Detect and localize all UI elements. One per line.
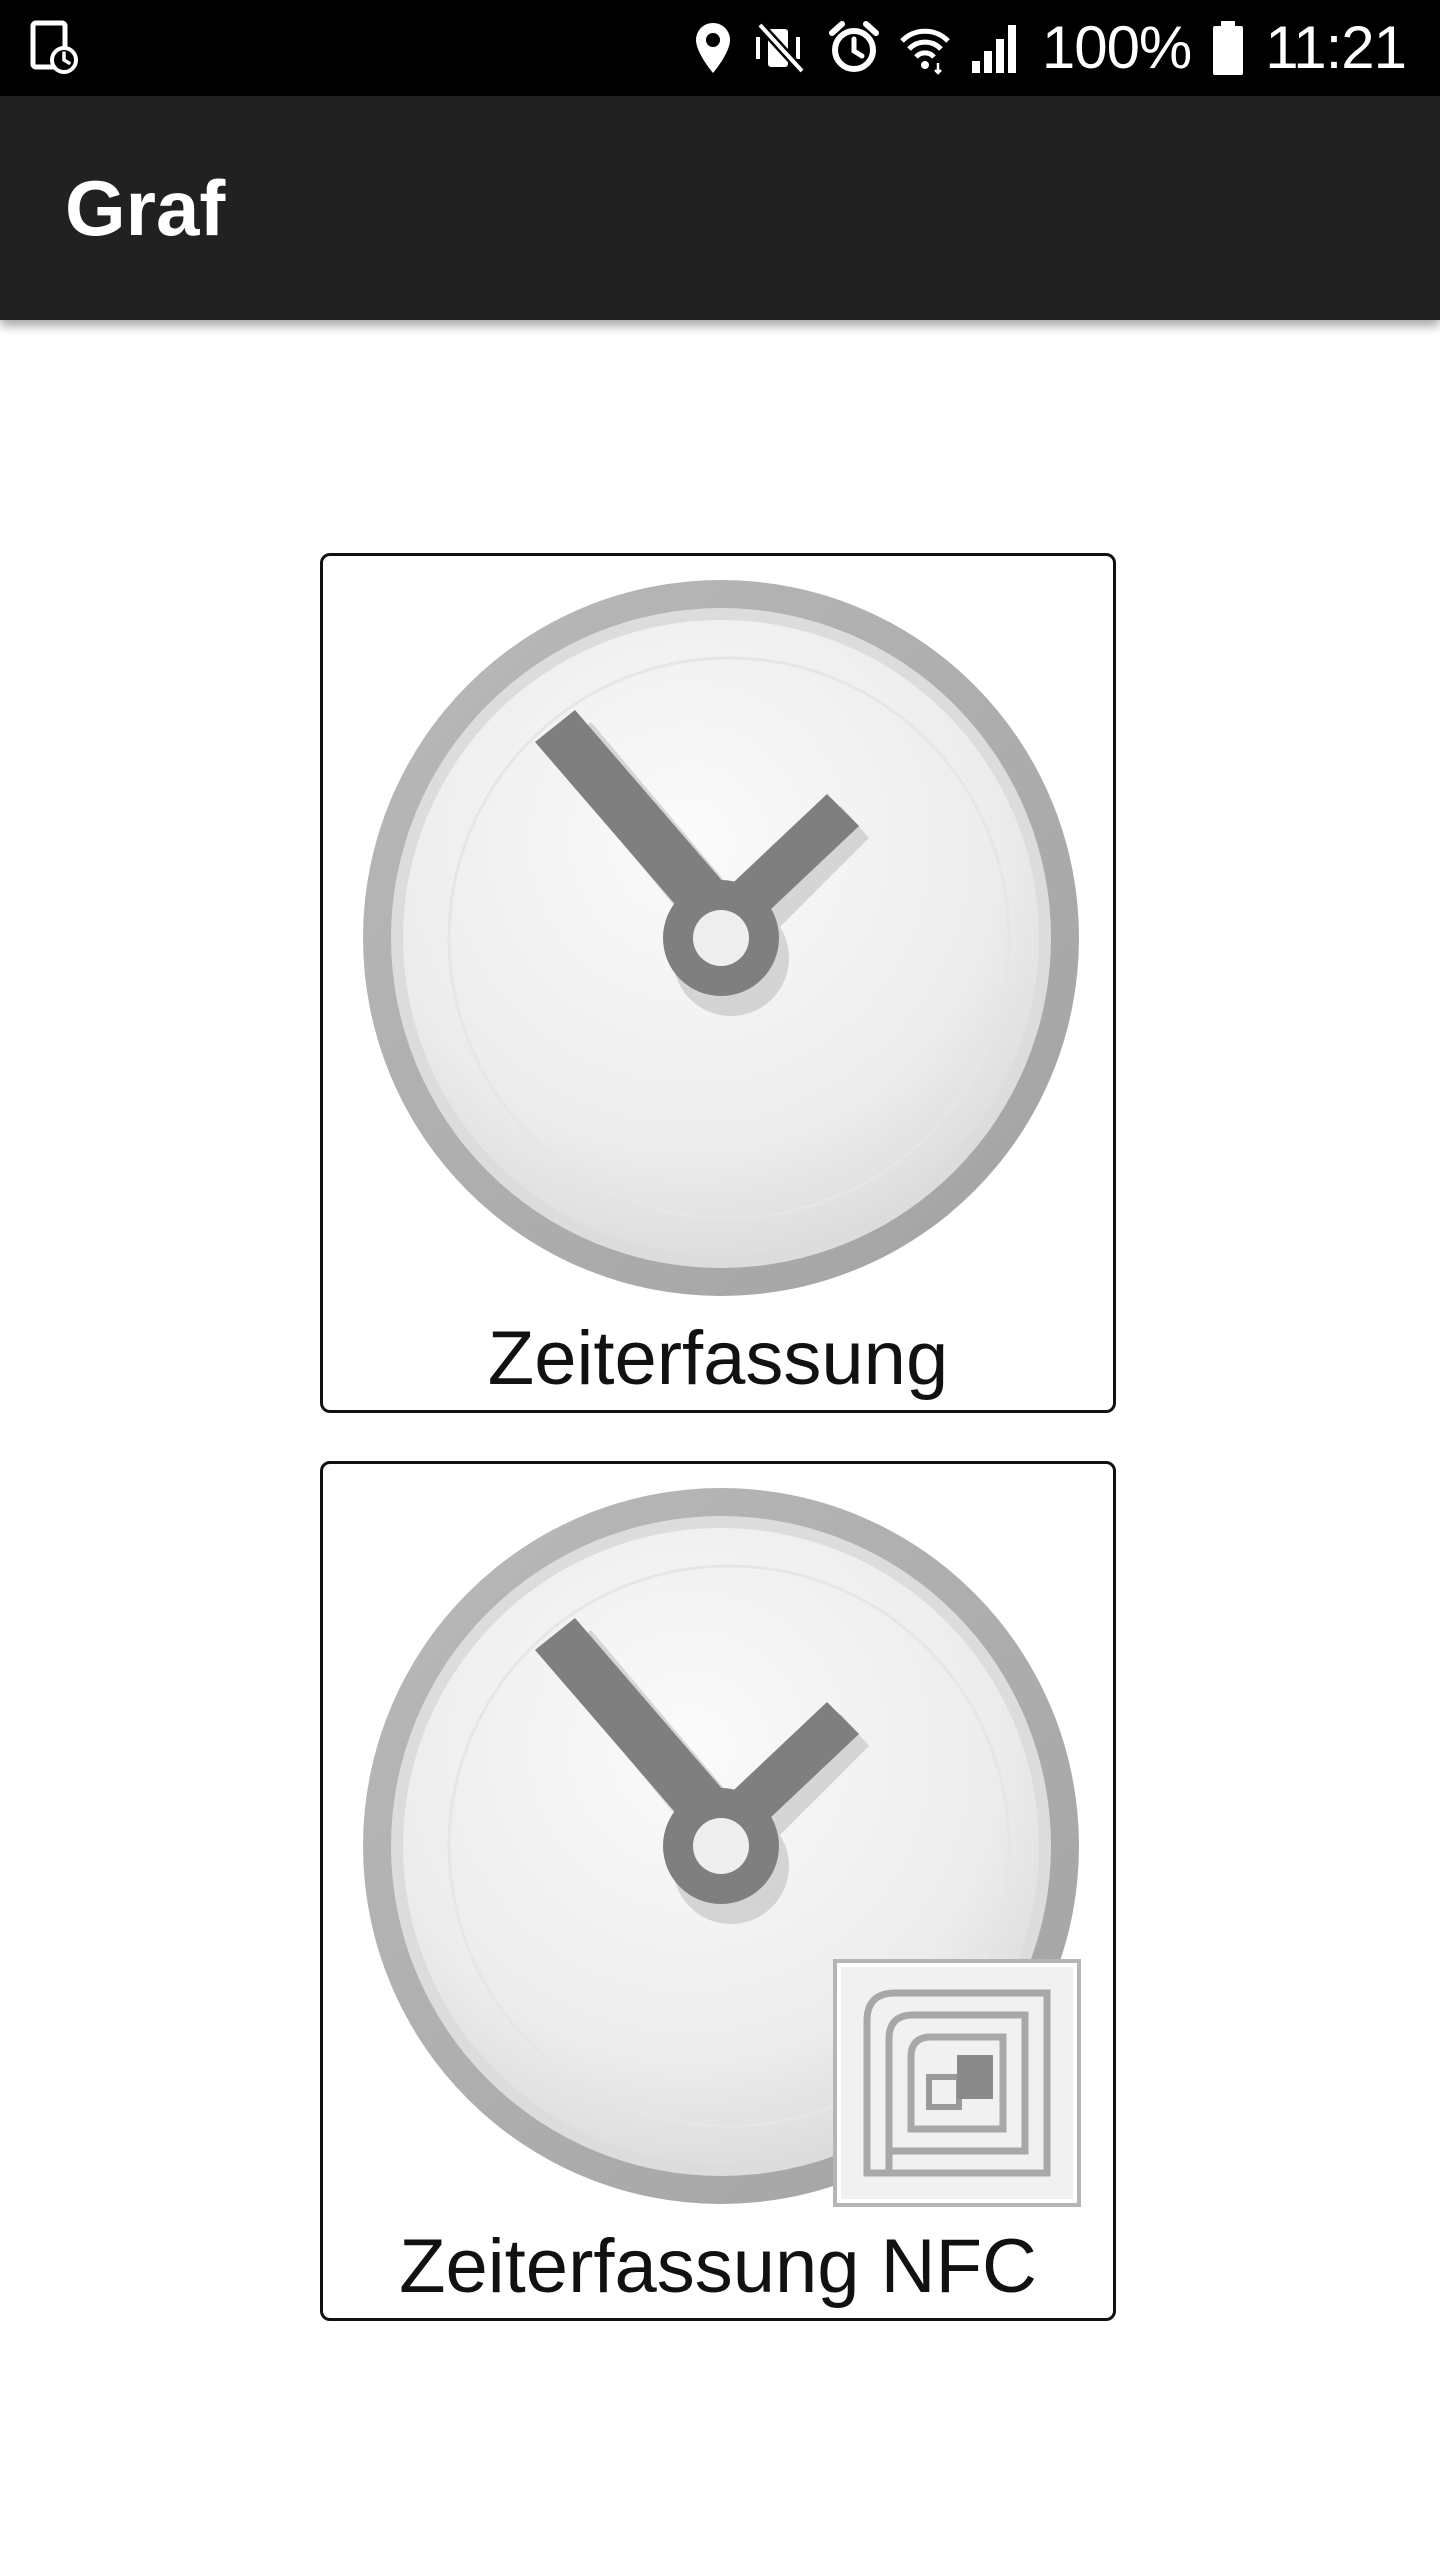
app-bar: Graf [0,96,1440,320]
clock-icon [363,580,1079,1296]
screenshot-notification-icon [30,20,80,76]
signal-icon [970,21,1022,75]
nfc-tag-icon [833,1959,1081,2207]
zeiterfassung-button[interactable]: Zeiterfassung [320,553,1116,1413]
status-time: 11:21 [1265,14,1407,81]
app-title: Graf [65,164,226,252]
battery-icon [1211,19,1245,77]
wifi-icon [900,21,950,75]
tile-label: Zeiterfassung NFC [399,2224,1037,2309]
vibrate-mute-icon [752,21,808,75]
status-bar: 100% 11:21 [0,0,1440,96]
alarm-icon [828,21,880,75]
status-icons: 100% 11:21 [694,0,1407,96]
tile-label: Zeiterfassung [487,1316,949,1401]
battery-percent: 100% [1041,14,1192,81]
location-icon [694,21,732,75]
zeiterfassung-nfc-button[interactable]: Zeiterfassung NFC [320,1461,1116,2321]
